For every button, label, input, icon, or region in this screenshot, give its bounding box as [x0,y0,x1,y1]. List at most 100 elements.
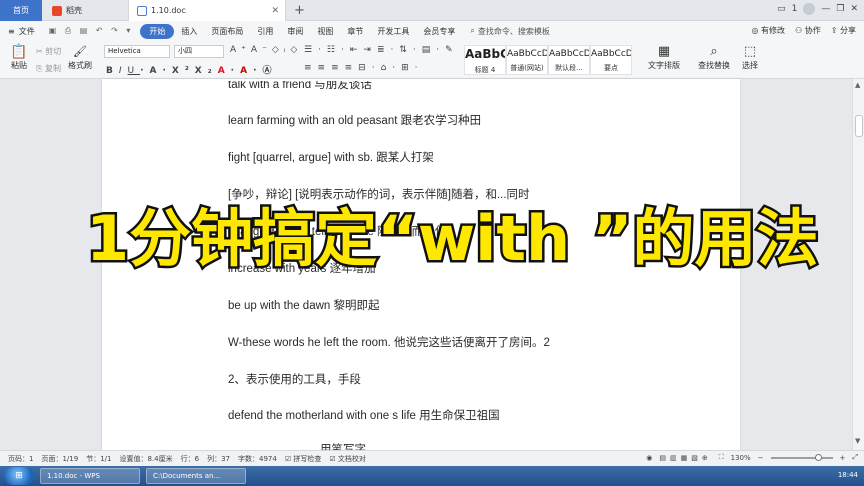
menu-reference[interactable]: 引用 [250,26,280,37]
text-layout-button[interactable]: ▦ 文字排版 [648,44,680,71]
font-style-tools[interactable]: BIU·A·X²X₂A·A·Ⓐ [106,63,277,76]
scroll-down-icon[interactable]: ▼ [855,437,860,445]
doc-line: 2、表示使用的工具，手段 [228,374,361,386]
menu-insert[interactable]: 插入 [174,26,204,37]
status-page: 页面：1/19 [41,454,79,463]
style-name: 要点 [604,64,618,72]
style-default[interactable]: AaBbCcDd 默认段... [548,45,590,75]
style-key-point[interactable]: AaBbCcDc 要点 [590,45,632,75]
share-label: 分享 [840,26,856,35]
os-taskbar: ⊞ 1.10.doc - WPS C:\Documents an... 18:4… [0,466,864,486]
scroll-up-icon[interactable]: ▲ [855,81,860,89]
changes-button[interactable]: ◎ 有修改 [752,25,786,36]
tab-docer-label: 稻壳 [66,6,82,15]
status-page-num: 页码：1 [8,454,34,463]
find-replace-label: 查找替换 [698,61,730,70]
ribbon-toolbar: 📋 粘贴 ✂ 剪切 ⎘ 复制 🖌 格式刷 Helvetica 小四 A⁺A⁻◇ᵢ… [0,41,864,79]
style-normal-web[interactable]: AaBbCcD 普通(网站) [506,45,548,75]
menu-start[interactable]: 开始 [140,23,175,39]
taskbar-item-explorer[interactable]: C:\Documents an... [146,468,246,484]
select-icon: ⬚ [743,44,757,59]
quick-access-icons[interactable]: ▣ ⎙ ▤ ↶ ↷ ▾ [42,26,141,36]
style-sample: AaBbC [465,47,505,61]
menu-view[interactable]: 视图 [310,26,340,37]
find-icon: ⌕ [710,44,718,59]
new-tab-icon[interactable]: + [294,3,305,18]
avatar[interactable] [803,3,816,15]
expand-icon[interactable]: ⤢ [852,453,858,462]
hamburger-icon[interactable]: ≡ [0,27,17,36]
menu-page-layout[interactable]: 页面布局 [204,26,250,37]
taskbar-clock: 18:44 [837,471,858,479]
eye-icon[interactable]: ◉ [646,454,652,462]
find-replace-button[interactable]: ⌕ 查找替换 [698,44,730,71]
doc-line: learn farming with an old peasant 跟老农学习种… [228,115,482,127]
taskbar-item-wps[interactable]: 1.10.doc - WPS [40,468,140,484]
changes-label: 有修改 [761,26,786,35]
search-placeholder: 查找命令、搜索模板 [477,26,550,36]
style-heading4[interactable]: AaBbC 标题 4 [464,45,506,75]
window-controls: ▭ 1 — ❐ ✕ [777,3,858,15]
minimize-icon[interactable]: — [821,4,830,14]
menu-developer[interactable]: 开发工具 [370,26,416,37]
spell-check-button[interactable]: ☑ 拼写检查 [285,454,322,464]
view-mode-icons[interactable]: ▤▥▦▧⊕ [659,454,711,462]
collab-button[interactable]: ⚇ 协作 [795,25,821,36]
text-layout-label: 文字排版 [648,61,680,70]
copy-button[interactable]: ⎘ 复制 [36,63,61,74]
close-icon[interactable]: ✕ [850,4,858,14]
proofread-button[interactable]: ☑ 文档校对 [329,454,366,464]
share-button[interactable]: ⇪ 分享 [831,25,856,36]
view-controls: ◉ ▤▥▦▧⊕ ⛶ 130% − + ⤢ [646,453,858,462]
status-words[interactable]: 字数：4974 [238,454,277,464]
font-size-tools[interactable]: A⁺A⁻◇ᵢ◇ [230,45,302,55]
layout-icon[interactable]: ▭ [777,4,786,14]
font-name-select[interactable]: Helvetica [104,45,170,58]
document-icon [137,5,147,16]
tab-docer[interactable]: 稻壳 [44,0,124,21]
zoom-slider-handle[interactable] [814,453,822,461]
menu-file[interactable]: 文件 [17,26,42,37]
video-title-overlay: 1分钟搞定“with ”的用法 [84,200,822,278]
zoom-slider[interactable] [770,453,833,461]
select-button[interactable]: ⬚ 选择 [742,44,758,71]
doc-line: be up with the dawn 黎明即起 [228,300,380,312]
align-tools[interactable]: ≡≡≡≡⊟·⌂·⊞· [304,63,424,73]
vertical-scrollbar[interactable]: ▲ ▼ [852,79,864,450]
copy-label: 复制 [44,64,61,73]
style-name: 默认段... [555,64,583,72]
style-name: 普通(网站) [510,64,544,72]
zoom-in-icon[interactable]: + [840,454,846,462]
format-painter-button[interactable]: 🖌 格式刷 [68,44,92,71]
scroll-thumb[interactable] [855,115,863,137]
style-sample: AaBbCcDc [591,49,631,59]
style-name: 标题 4 [474,66,496,74]
doc-line: fight [quarrel, argue] with sb. 跟某人打架 [228,152,434,164]
menu-member[interactable]: 会员专享 [416,26,462,37]
format-painter-icon: 🖌 [73,45,87,58]
menu-bar: ≡ 文件 ▣ ⎙ ▤ ↶ ↷ ▾ 开始 插入 页面布局 引用 审阅 视图 章节 … [0,21,864,41]
doc-line: W-these words he left the room. 他说完这些话便离… [228,337,550,349]
select-label: 选择 [742,61,758,70]
menu-review[interactable]: 审阅 [280,26,310,37]
style-sample: AaBbCcD [507,49,547,59]
maximize-icon[interactable]: ❐ [836,4,844,14]
paste-button[interactable]: 📋 粘贴 [8,44,30,71]
zoom-out-icon[interactable]: − [758,454,764,462]
command-search[interactable]: ⌕ 查找命令、搜索模板 [470,26,549,37]
doc-line: defend the motherland with one s life 用生… [228,410,500,422]
cut-button[interactable]: ✂ 剪切 [36,46,61,57]
zoom-value[interactable]: 130% [731,454,751,462]
close-tab-icon[interactable]: ✕ [271,6,279,16]
status-section: 节：1/1 [86,454,112,463]
tab-document[interactable]: 1.10.doc ✕ [128,0,286,21]
status-row: 行：6 [180,454,200,463]
tab-home[interactable]: 首页 [0,0,42,21]
status-bar: 页码：1 页面：1/19 节：1/1 设置值：8.4厘米 行：6 列：37 字数… [0,450,864,466]
menu-chapter[interactable]: 章节 [340,26,370,37]
start-button[interactable]: ⊞ [4,467,34,485]
font-size-select[interactable]: 小四 [174,45,224,58]
search-icon: ⌕ [470,26,475,35]
list-tools[interactable]: ☰·☷·⇤⇥≣·⇅·▤·✎ [304,45,459,55]
fit-icon[interactable]: ⛶ [719,453,724,462]
